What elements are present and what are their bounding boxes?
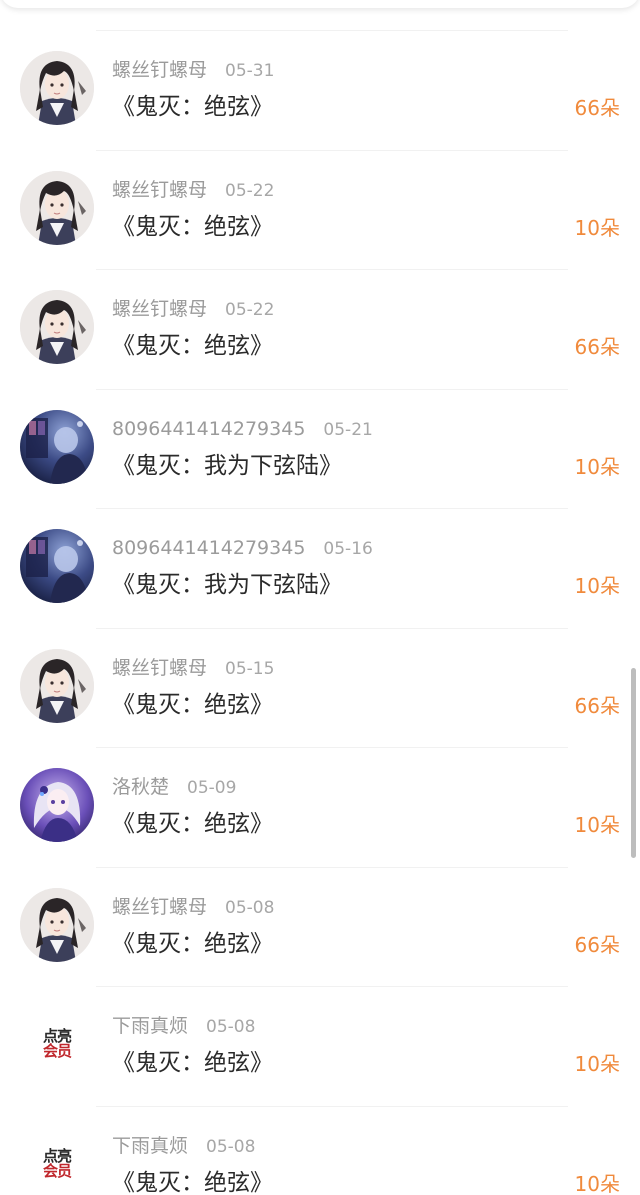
avatar[interactable]	[20, 887, 94, 962]
donor-name[interactable]: 下雨真烦	[112, 1015, 188, 1037]
donation-date: 05-31	[225, 61, 275, 81]
vip-badge-line2: 会员	[42, 1161, 72, 1180]
donation-date: 05-09	[187, 778, 237, 798]
avatar-man-longhair-icon	[20, 887, 94, 962]
donor-meta: 螺丝钉螺母 05-22	[112, 178, 274, 203]
donation-row-7[interactable]: 洛秋楚 05-09 《鬼灭：绝弦》 10朵	[0, 747, 640, 867]
donation-list[interactable]: 螺丝钉螺母 05-31 《鬼灭：绝弦》 66朵 螺丝钉螺母 05-22 《鬼灭：绝弦…	[0, 30, 640, 1195]
flower-amount: 10朵	[574, 574, 620, 598]
donation-date: 05-08	[206, 1017, 256, 1037]
donor-name[interactable]: 螺丝钉螺母	[112, 59, 207, 81]
donor-meta: 螺丝钉螺母 05-22	[112, 297, 274, 322]
avatar[interactable]	[20, 51, 94, 125]
donation-row-3[interactable]: 螺丝钉螺母 05-22 《鬼灭：绝弦》 66朵	[0, 269, 640, 389]
work-title[interactable]: 《鬼灭：绝弦》	[112, 1168, 273, 1195]
work-title[interactable]: 《鬼灭：绝弦》	[112, 929, 273, 959]
work-title[interactable]: 《鬼灭：绝弦》	[112, 92, 273, 122]
flower-amount: 10朵	[574, 1171, 620, 1195]
avatar-night-scene-icon	[20, 529, 94, 603]
avatar[interactable]	[20, 768, 94, 842]
donor-meta: 8096441414279345 05-16	[112, 536, 373, 561]
work-title[interactable]: 《鬼灭：绝弦》	[112, 809, 273, 839]
avatar-night-scene-icon	[20, 409, 94, 484]
flower-amount: 10朵	[574, 454, 620, 479]
donation-row-5[interactable]: 8096441414279345 05-16 《鬼灭：我为下弦陆》 10朵	[0, 508, 640, 628]
donation-row-10[interactable]: 点亮 会员 下雨真烦 05-08 《鬼灭：绝弦》 10朵	[0, 1105, 640, 1195]
work-title[interactable]: 《鬼灭：绝弦》	[112, 331, 273, 361]
donation-date: 05-15	[225, 658, 275, 679]
donor-name[interactable]: 洛秋楚	[112, 776, 169, 798]
flower-amount: 10朵	[574, 1052, 620, 1076]
donor-meta: 下雨真烦 05-08	[112, 1014, 255, 1039]
donation-date: 05-21	[323, 419, 373, 440]
donor-meta: 8096441414279345 05-21	[112, 417, 373, 442]
donation-row-4[interactable]: 8096441414279345 05-21 《鬼灭：我为下弦陆》 10朵	[0, 388, 640, 509]
avatar[interactable]: 点亮 会员	[20, 1007, 94, 1081]
scrollbar[interactable]	[631, 668, 636, 858]
avatar[interactable]	[20, 529, 94, 603]
donation-date: 05-22	[225, 180, 275, 201]
flower-amount: 10朵	[574, 813, 620, 837]
flower-amount: 66朵	[574, 693, 620, 718]
avatar-man-longhair-icon	[20, 290, 94, 364]
donor-meta: 螺丝钉螺母 05-08	[112, 895, 274, 920]
avatar-anime-girl-icon	[20, 768, 94, 842]
work-title[interactable]: 《鬼灭：绝弦》	[112, 1048, 273, 1078]
donor-name[interactable]: 螺丝钉螺母	[112, 896, 207, 918]
vip-badge-line2: 会员	[42, 1042, 72, 1060]
donor-meta: 螺丝钉螺母 05-15	[112, 656, 274, 681]
donor-name[interactable]: 螺丝钉螺母	[112, 657, 207, 679]
donor-meta: 下雨真烦 05-08	[112, 1134, 255, 1159]
donation-row-9[interactable]: 点亮 会员 下雨真烦 05-08 《鬼灭：绝弦》 10朵	[0, 986, 640, 1106]
flower-amount: 66朵	[574, 335, 620, 359]
work-title[interactable]: 《鬼灭：我为下弦陆》	[112, 451, 342, 481]
avatar-man-longhair-icon	[20, 648, 94, 723]
avatar[interactable]	[20, 648, 94, 723]
donor-meta: 螺丝钉螺母 05-31	[112, 58, 274, 83]
avatar-man-longhair-icon	[20, 170, 94, 245]
donation-date: 05-08	[225, 897, 275, 918]
donor-name[interactable]: 8096441414279345	[112, 537, 305, 559]
donation-row-6[interactable]: 螺丝钉螺母 05-15 《鬼灭：绝弦》 66朵	[0, 627, 640, 748]
donor-name[interactable]: 8096441414279345	[112, 418, 305, 440]
donor-name[interactable]: 螺丝钉螺母	[112, 179, 207, 201]
avatar[interactable]	[20, 170, 94, 245]
avatar[interactable]	[20, 409, 94, 484]
donation-date: 05-08	[206, 1136, 256, 1157]
donation-list-page: 螺丝钉螺母 05-31 《鬼灭：绝弦》 66朵 螺丝钉螺母 05-22 《鬼灭：绝弦…	[0, 0, 640, 1195]
vip-badge-icon: 点亮 会员	[20, 1007, 94, 1081]
donation-date: 05-16	[323, 539, 373, 559]
avatar[interactable]: 点亮 会员	[20, 1126, 94, 1195]
work-title[interactable]: 《鬼灭：我为下弦陆》	[112, 570, 342, 600]
flower-amount: 10朵	[574, 215, 620, 240]
donation-date: 05-22	[225, 300, 275, 320]
work-title[interactable]: 《鬼灭：绝弦》	[112, 212, 273, 242]
vip-badge-icon: 点亮 会员	[20, 1126, 94, 1195]
donor-name[interactable]: 螺丝钉螺母	[112, 298, 207, 320]
donation-row-8[interactable]: 螺丝钉螺母 05-08 《鬼灭：绝弦》 66朵	[0, 866, 640, 987]
avatar-man-longhair-icon	[20, 51, 94, 125]
donation-row-2[interactable]: 螺丝钉螺母 05-22 《鬼灭：绝弦》 10朵	[0, 149, 640, 270]
work-title[interactable]: 《鬼灭：绝弦》	[112, 690, 273, 720]
donor-meta: 洛秋楚 05-09	[112, 775, 236, 800]
flower-amount: 66朵	[574, 932, 620, 957]
avatar[interactable]	[20, 290, 94, 364]
flower-amount: 66朵	[574, 96, 620, 120]
donation-row-1[interactable]: 螺丝钉螺母 05-31 《鬼灭：绝弦》 66朵	[0, 30, 640, 150]
header-card-edge	[0, 0, 640, 8]
donor-name[interactable]: 下雨真烦	[112, 1135, 188, 1157]
